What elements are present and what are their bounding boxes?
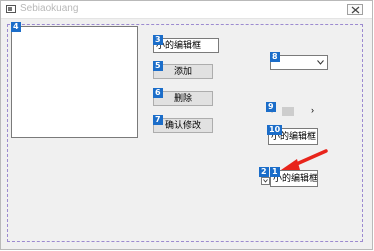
tag-2: 2 [259, 167, 269, 177]
window-icon [6, 5, 16, 13]
close-button[interactable] [347, 4, 363, 15]
tag-5: 5 [153, 61, 163, 71]
scroll-thumb[interactable] [282, 107, 294, 116]
tag-8: 8 [270, 52, 280, 62]
tag-6: 6 [153, 88, 163, 98]
title-bar: Sebiaokuang [1, 1, 372, 19]
edit-box-3[interactable]: 小的编辑框 [153, 38, 219, 53]
window-title: Sebiaokuang [20, 3, 79, 14]
chevron-down-icon [317, 60, 324, 65]
close-icon [351, 6, 360, 14]
chevron-down-icon [263, 179, 268, 183]
scroll-right-arrow[interactable]: › [311, 105, 314, 115]
list-box[interactable] [11, 26, 138, 138]
tag-10: 10 [267, 125, 283, 135]
tiny-combo-box[interactable] [261, 177, 270, 185]
tag-3: 3 [153, 35, 163, 45]
tag-7: 7 [153, 115, 163, 125]
tag-4: 4 [11, 22, 21, 32]
tag-1: 1 [270, 167, 280, 177]
tag-9: 9 [266, 102, 276, 112]
